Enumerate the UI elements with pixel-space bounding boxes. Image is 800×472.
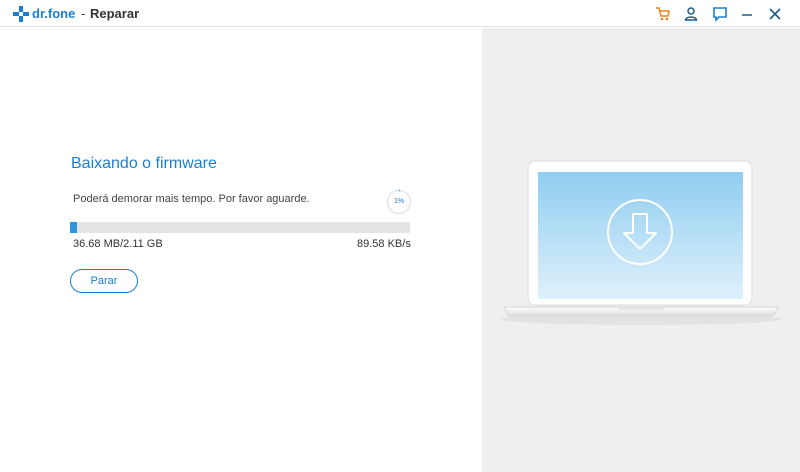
illustration-panel (482, 28, 800, 472)
download-speed: 89.58 KB/s (357, 238, 411, 250)
cart-button[interactable] (654, 5, 672, 23)
feedback-icon (713, 7, 727, 22)
progress-percent: 1% (393, 198, 405, 205)
progress-bar (70, 222, 410, 233)
window-title: Reparar (90, 6, 140, 21)
page-title: Baixando o firmware (71, 155, 217, 172)
drfone-logo-icon (13, 6, 29, 22)
user-icon (684, 7, 698, 21)
title-bar: dr.fone - Reparar (0, 0, 800, 27)
progress-bar-fill (70, 222, 77, 233)
feedback-button[interactable] (711, 5, 729, 23)
close-icon (769, 8, 781, 20)
title-separator: - (81, 6, 86, 21)
cart-icon (656, 7, 670, 21)
close-button[interactable] (766, 5, 784, 23)
app-brand: dr.fone (32, 6, 76, 21)
minimize-button[interactable] (738, 5, 756, 23)
account-button[interactable] (682, 5, 700, 23)
download-panel: Baixando o firmware Poderá demorar mais … (0, 28, 482, 472)
download-size: 36.68 MB/2.11 GB (73, 238, 163, 250)
wait-message: Poderá demorar mais tempo. Por favor agu… (73, 193, 310, 205)
laptop-screen (538, 172, 743, 299)
stop-button[interactable]: Parar (70, 269, 138, 293)
minimize-icon (742, 14, 752, 16)
laptop-illustration (501, 160, 781, 325)
